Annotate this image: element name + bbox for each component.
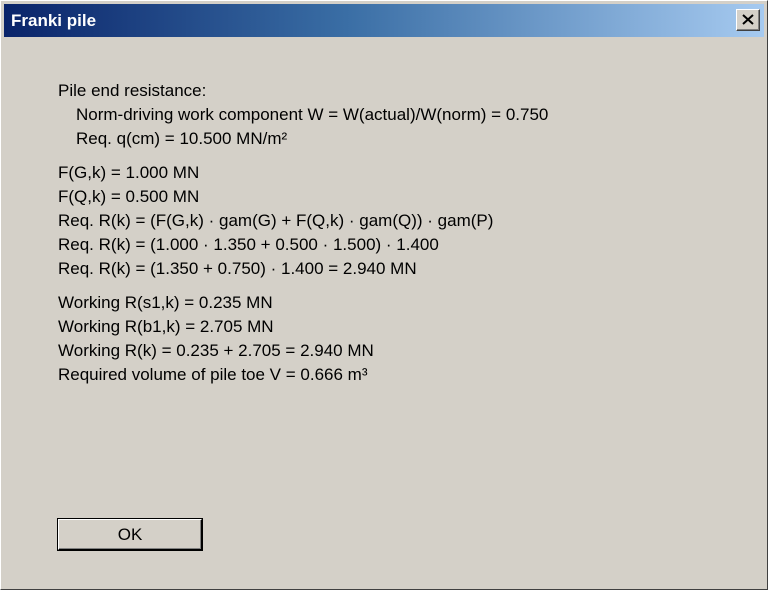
dialog-window: Franki pile Pile end resistance: Norm-dr… — [0, 0, 768, 590]
close-button[interactable] — [736, 9, 760, 31]
result-line: Req. R(k) = (1.350 + 0.750) · 1.400 = 2.… — [58, 259, 417, 278]
result-line: F(Q,k) = 0.500 MN — [58, 187, 200, 206]
result-line: Req. R(k) = (1.000 · 1.350 + 0.500 · 1.5… — [58, 235, 439, 254]
result-line: Req. q(cm) = 10.500 MN/m² — [76, 129, 288, 148]
result-line: Req. R(k) = (F(G,k) · gam(G) + F(Q,k) · … — [58, 211, 494, 230]
window-title: Franki pile — [11, 11, 97, 30]
result-text: Pile end resistance: Norm-driving work c… — [58, 79, 747, 387]
result-line: Working R(s1,k) = 0.235 MN — [58, 293, 273, 312]
ok-button[interactable]: OK — [58, 519, 202, 550]
close-icon — [742, 14, 754, 25]
result-line: Working R(k) = 0.235 + 2.705 = 2.940 MN — [58, 341, 374, 360]
result-line: Required volume of pile toe V = 0.666 m³ — [58, 365, 368, 384]
ok-button-label: OK — [117, 524, 143, 544]
result-line: F(G,k) = 1.000 MN — [58, 163, 200, 182]
result-line: Norm-driving work component W = W(actual… — [76, 105, 549, 124]
result-line: Working R(b1,k) = 2.705 MN — [58, 317, 274, 336]
section-heading: Pile end resistance: — [58, 81, 207, 100]
title-bar[interactable]: Franki pile — [4, 4, 764, 37]
